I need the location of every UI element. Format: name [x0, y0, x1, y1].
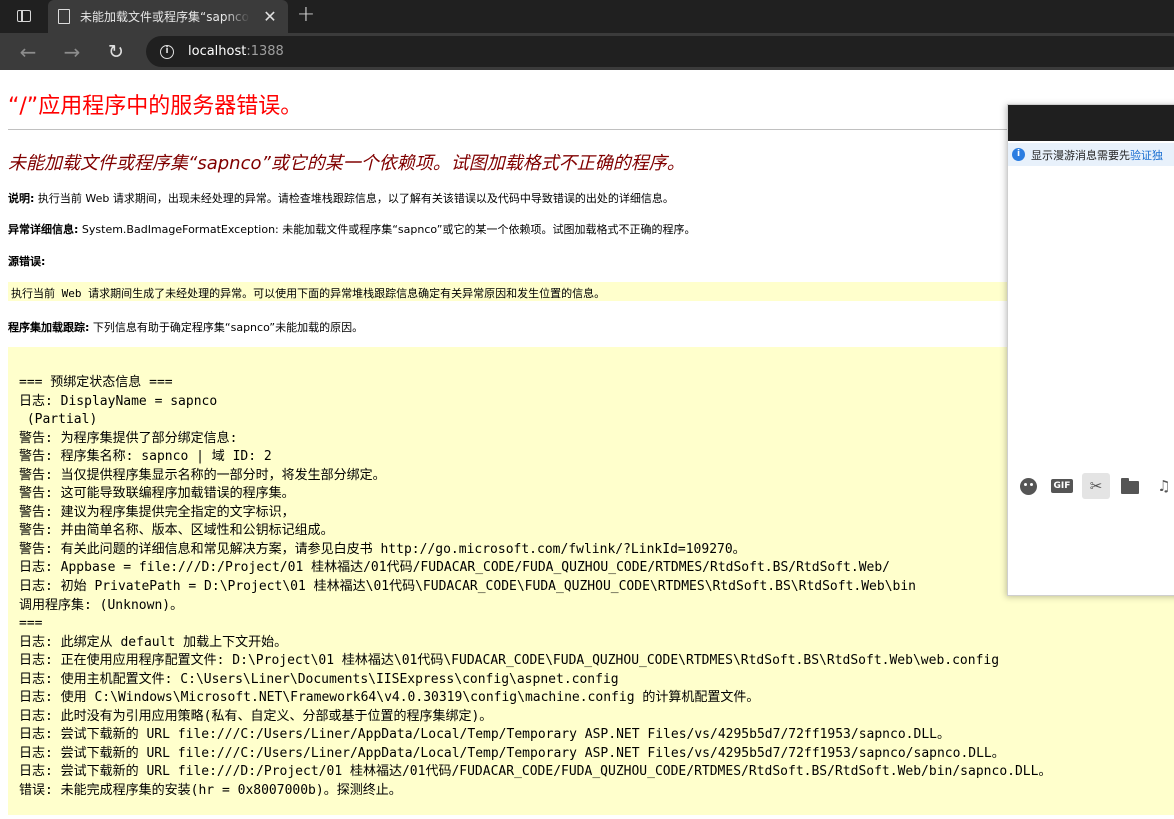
music-icon: ♫: [1157, 477, 1171, 495]
notice-text: 显示漫游消息需要先: [1031, 148, 1130, 162]
assembly-trace-box: === 预绑定状态信息 === 日志: DisplayName = sapnco…: [8, 347, 1174, 815]
assembly-trace-row: 程序集加载跟踪: 下列信息有助于确定程序集“sapnco”未能加载的原因。: [8, 319, 363, 335]
info-icon: i: [1012, 148, 1025, 161]
chat-toolbar: GIF ✂ ♫: [1008, 471, 1174, 501]
roaming-notice: i 显示漫游消息需要先 验证独: [1008, 143, 1174, 166]
description-text: 执行当前 Web 请求期间，出现未经处理的异常。请检查堆栈跟踪信息，以了解有关该…: [34, 192, 674, 205]
tab-close-icon[interactable]: ✕: [262, 8, 278, 25]
browser-tab[interactable]: 未能加载文件或程序集“sapnco”或它的某一个依赖项。 ✕: [48, 0, 288, 33]
screenshot-button[interactable]: ✂: [1082, 473, 1110, 499]
url-host: localhost: [188, 44, 247, 59]
emoji-icon: [1019, 477, 1037, 495]
page-icon: [58, 9, 70, 24]
source-error-row: 源错误:: [8, 253, 45, 269]
exception-row: 异常详细信息: System.BadImageFormatException: …: [8, 221, 695, 237]
back-button[interactable]: ←: [14, 38, 42, 66]
verify-link[interactable]: 验证独: [1130, 147, 1163, 163]
tab-title: 未能加载文件或程序集“sapnco”或它的某一个依赖项。: [80, 10, 250, 24]
chat-panel: i 显示漫游消息需要先 验证独 GIF ✂ ♫: [1007, 104, 1174, 596]
emoji-button[interactable]: [1014, 473, 1042, 499]
file-button[interactable]: [1116, 473, 1144, 499]
page-title: “/”应用程序中的服务器错误。: [8, 94, 303, 119]
source-error-label: 源错误:: [8, 255, 46, 268]
title-divider: [8, 129, 1174, 130]
description-label: 说明:: [8, 192, 35, 205]
music-button[interactable]: ♫: [1150, 473, 1174, 499]
new-tab-button[interactable]: +: [294, 4, 318, 28]
assembly-trace-text: 下列信息有助于确定程序集“sapnco”未能加载的原因。: [89, 321, 364, 334]
url-port: :1388: [246, 44, 284, 59]
exception-text: System.BadImageFormatException: 未能加载文件或程…: [78, 223, 696, 236]
page-content: “/”应用程序中的服务器错误。 未能加载文件或程序集“sapnco”或它的某一个…: [0, 70, 1174, 819]
description-row: 说明: 执行当前 Web 请求期间，出现未经处理的异常。请检查堆栈跟踪信息，以了…: [8, 190, 674, 206]
browser-toolbar: ← → ↻ i localhost:1388: [0, 33, 1174, 70]
tab-actions-menu-button[interactable]: [10, 5, 38, 27]
folder-icon: [1121, 478, 1139, 494]
scissors-icon: ✂: [1089, 477, 1103, 495]
assembly-trace-label: 程序集加载跟踪:: [8, 321, 90, 334]
exception-label: 异常详细信息:: [8, 223, 79, 236]
site-info-icon[interactable]: i: [160, 44, 174, 59]
gif-button[interactable]: GIF: [1048, 473, 1076, 499]
trace-log: === 预绑定状态信息 === 日志: DisplayName = sapnco…: [19, 375, 1052, 799]
gif-icon: GIF: [1050, 479, 1074, 493]
forward-button[interactable]: →: [58, 38, 86, 66]
browser-tab-strip: 未能加载文件或程序集“sapnco”或它的某一个依赖项。 ✕ +: [0, 0, 1174, 33]
tab-actions-icon: [17, 10, 31, 22]
source-error-box: 执行当前 Web 请求期间生成了未经处理的异常。可以使用下面的异常堆栈跟踪信息确…: [8, 282, 1174, 301]
address-bar[interactable]: i localhost:1388: [146, 36, 1174, 67]
error-subtitle: 未能加载文件或程序集“sapnco”或它的某一个依赖项。试图加载格式不正确的程序…: [8, 153, 685, 174]
refresh-button[interactable]: ↻: [102, 38, 130, 66]
chat-header: [1008, 105, 1174, 141]
